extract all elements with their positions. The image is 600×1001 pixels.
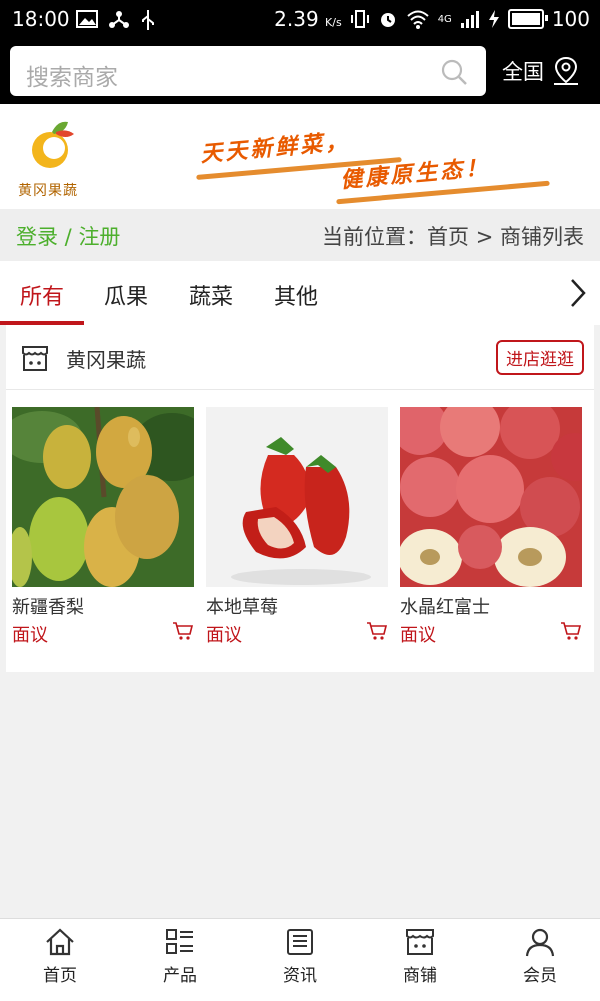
usb-icon <box>142 10 154 30</box>
tab-fruits[interactable]: 瓜果 <box>104 279 148 311</box>
product-price: 面议 <box>400 625 436 646</box>
vibrate-icon <box>350 10 369 28</box>
slogan-line-1: 天天新鲜菜， <box>199 128 352 168</box>
nav-home[interactable]: 首页 <box>0 927 120 986</box>
cart-icon[interactable] <box>560 621 582 641</box>
breadcrumb-arrow: > <box>469 225 500 249</box>
nav-shops-label: 商铺 <box>403 966 437 986</box>
auth-separator: / <box>58 225 79 249</box>
shop-header: 黄冈果蔬 进店逛逛 <box>6 325 594 390</box>
share-icon <box>109 11 129 28</box>
location-prefix: 当前位置： <box>322 225 428 249</box>
status-bar: 18:00 2.39 K/s 4G 100 <box>0 0 600 40</box>
breadcrumb-current: 商铺列表 <box>500 225 584 249</box>
tab-vegetables[interactable]: 蔬菜 <box>189 279 233 311</box>
nav-products[interactable]: 产品 <box>120 927 240 986</box>
battery-icon <box>507 9 548 29</box>
product-price: 面议 <box>12 625 48 646</box>
product-card[interactable]: 水晶红富士 面议 <box>400 407 582 647</box>
store-icon <box>406 929 434 955</box>
nav-member[interactable]: 会员 <box>480 927 600 986</box>
product-image-strawberries[interactable] <box>206 407 388 587</box>
bottom-navigation: 首页 产品 资讯 商铺 会员 <box>0 918 600 1001</box>
cart-icon[interactable] <box>172 621 194 641</box>
product-card[interactable]: 本地草莓 面议 <box>206 407 388 647</box>
alarm-icon <box>380 13 395 27</box>
tab-all[interactable]: 所有 <box>20 279 64 311</box>
visit-shop-button[interactable]: 进店逛逛 <box>496 340 584 375</box>
region-selector[interactable]: 全国 <box>502 56 580 86</box>
network-speed: 2.39 K/s <box>274 7 342 31</box>
shop-card: 黄冈果蔬 进店逛逛 新疆香梨 面议 本地草莓 面议 水晶红富士 面议 <box>6 325 594 672</box>
nav-news-label: 资讯 <box>283 966 317 986</box>
product-name[interactable]: 水晶红富士 <box>400 593 582 619</box>
nav-news[interactable]: 资讯 <box>240 927 360 986</box>
search-input[interactable]: 搜索商家 <box>10 46 486 96</box>
product-price: 面议 <box>206 625 242 646</box>
category-tabs: 所有 瓜果 蔬菜 其他 <box>0 261 600 325</box>
chevron-right-icon[interactable] <box>568 277 588 309</box>
banner: 黄冈果蔬 天天新鲜菜， 健康原生态！ <box>0 104 600 209</box>
nav-shops[interactable]: 商铺 <box>360 927 480 986</box>
logo-text: 黄冈果蔬 <box>18 183 78 199</box>
status-right: 2.39 K/s 4G 100 <box>274 7 590 31</box>
nav-products-label: 产品 <box>163 966 197 986</box>
nav-member-label: 会员 <box>523 966 557 986</box>
signal-icon <box>460 11 479 28</box>
tab-other[interactable]: 其他 <box>274 279 318 311</box>
current-location: 当前位置：首页 > 商铺列表 <box>322 221 584 251</box>
region-label: 全国 <box>502 60 544 84</box>
network-type: 4G <box>437 13 452 25</box>
product-image-apples[interactable] <box>400 407 582 587</box>
breadcrumb: 登录 / 注册 当前位置：首页 > 商铺列表 <box>0 209 600 261</box>
charging-icon <box>488 10 499 28</box>
wifi-icon <box>407 10 429 29</box>
auth-links: 登录 / 注册 <box>16 221 120 251</box>
product-name[interactable]: 新疆香梨 <box>12 593 194 619</box>
register-link[interactable]: 注册 <box>78 225 120 249</box>
logo: 黄冈果蔬 <box>14 118 90 199</box>
nav-home-label: 首页 <box>43 966 77 986</box>
search-placeholder: 搜索商家 <box>26 65 118 91</box>
user-icon <box>525 928 555 957</box>
store-icon <box>22 346 48 371</box>
product-image-pears[interactable] <box>12 407 194 587</box>
image-icon <box>76 10 98 28</box>
search-header: 搜索商家 全国 <box>0 40 600 104</box>
breadcrumb-home-link[interactable]: 首页 <box>427 225 469 249</box>
cart-icon[interactable] <box>366 621 388 641</box>
home-icon <box>46 928 74 956</box>
news-icon <box>287 929 313 955</box>
shop-name[interactable]: 黄冈果蔬 <box>66 344 146 373</box>
login-link[interactable]: 登录 <box>16 225 58 249</box>
status-time: 18:00 <box>12 7 70 31</box>
grid-list-icon <box>166 929 193 954</box>
notification-icons <box>76 9 156 31</box>
product-card[interactable]: 新疆香梨 面议 <box>12 407 194 647</box>
product-name[interactable]: 本地草莓 <box>206 593 388 619</box>
search-icon[interactable] <box>440 58 468 86</box>
location-icon <box>554 56 578 85</box>
logo-fruit-icon <box>32 121 74 168</box>
battery-level: 100 <box>551 7 590 31</box>
